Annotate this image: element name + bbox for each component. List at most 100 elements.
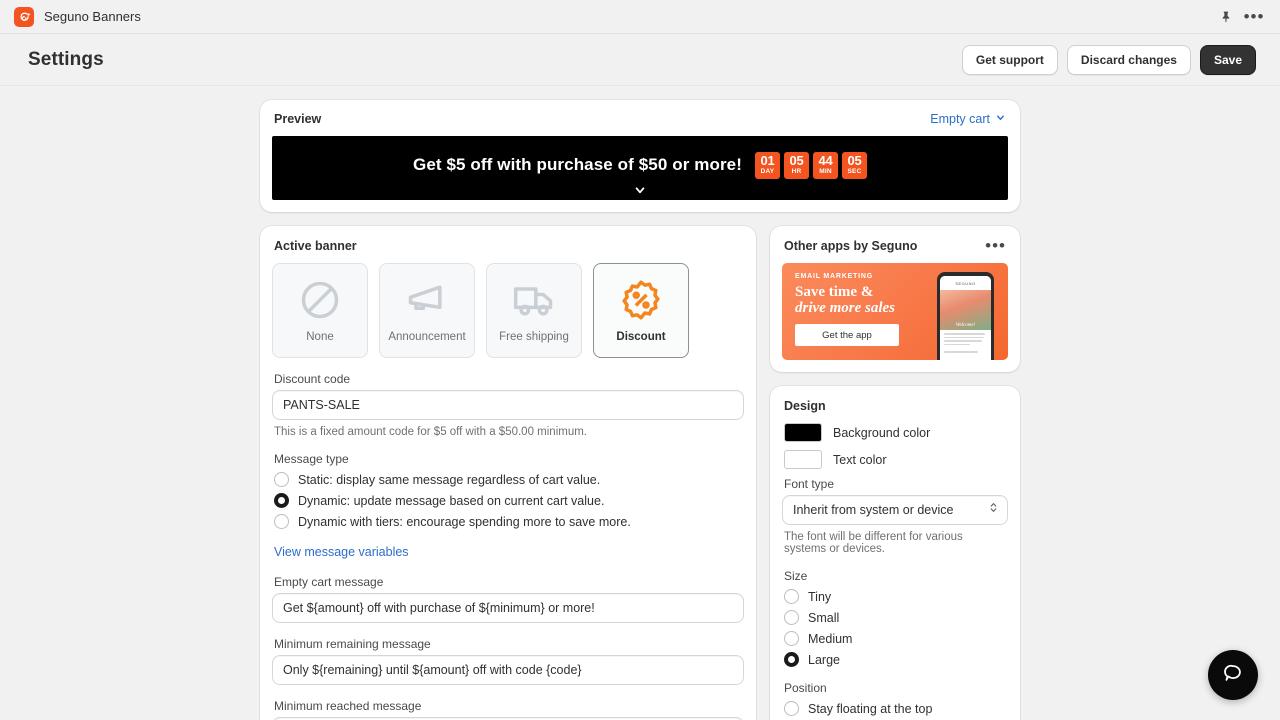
size-option-medium[interactable]: Medium	[784, 631, 1006, 646]
timer-value: 05	[847, 152, 862, 168]
timer-block-hr: 05 HR	[783, 151, 809, 179]
save-button[interactable]: Save	[1199, 44, 1256, 75]
message-type-dynamic-tiers[interactable]: Dynamic with tiers: encourage spending m…	[274, 514, 742, 529]
promo-headline-line2: drive more sales	[795, 300, 895, 316]
banner-message: Get $5 off with purchase of $50 or more!	[413, 155, 742, 174]
timer-value: 44	[818, 152, 833, 168]
position-option-floating-top[interactable]: Stay floating at the top	[784, 701, 1006, 716]
minimum-remaining-message-input[interactable]	[272, 655, 744, 685]
promo-banner[interactable]: EMAIL MARKETING Save time & drive more s…	[782, 263, 1008, 360]
discount-badge-icon	[619, 278, 663, 322]
empty-cart-message-input[interactable]	[272, 593, 744, 623]
banner-type-announcement[interactable]: Announcement	[379, 263, 475, 358]
banner-type-label: None	[306, 331, 334, 343]
phone-screen: SEGUNO Welcome!	[940, 276, 991, 360]
radio-icon	[274, 514, 289, 529]
side-column: Other apps by Seguno ••• EMAIL MARKETING…	[770, 226, 1020, 720]
timer-value: 05	[789, 152, 804, 168]
more-horizontal-icon[interactable]: •••	[1242, 5, 1266, 29]
font-type-help: The font will be different for various s…	[784, 531, 963, 555]
promo-eyebrow: EMAIL MARKETING	[795, 273, 873, 280]
timer-value: 01	[760, 152, 775, 168]
timer-unit: SEC	[847, 167, 862, 175]
message-type-label-text: Dynamic with tiers: encourage spending m…	[298, 514, 631, 529]
size-option-small[interactable]: Small	[784, 610, 1006, 625]
empty-cart-message-label: Empty cart message	[274, 575, 384, 589]
message-type-static[interactable]: Static: display same message regardless …	[274, 472, 742, 487]
get-support-button[interactable]: Get support	[961, 44, 1058, 75]
seguno-logo-icon	[14, 6, 34, 27]
radio-icon	[784, 631, 799, 646]
content-wrapper: Preview Empty cart Get $5 off with purch…	[260, 86, 1020, 720]
size-option-label: Medium	[808, 631, 853, 646]
background-color-swatch[interactable]	[784, 423, 822, 442]
position-option-label: Stay floating at the top	[808, 701, 933, 716]
timer-block-min: 44 MIN	[812, 151, 838, 179]
pin-icon[interactable]	[1214, 5, 1238, 29]
font-type-label: Font type	[784, 477, 835, 491]
help-chat-button[interactable]	[1208, 650, 1258, 700]
promo-text-block: EMAIL MARKETING Save time & drive more s…	[782, 263, 934, 360]
banner-content: Get $5 off with purchase of $50 or more!…	[413, 151, 867, 179]
other-apps-header: Other apps by Seguno •••	[784, 237, 1006, 254]
text-color-swatch[interactable]	[784, 450, 822, 469]
timer-unit: MIN	[819, 167, 832, 175]
size-option-label: Small	[808, 610, 840, 625]
more-horizontal-icon[interactable]: •••	[985, 237, 1006, 254]
discount-code-label: Discount code	[274, 372, 351, 386]
banner-expand-chevron-down-icon[interactable]	[272, 183, 1008, 197]
message-type-label-text: Dynamic: update message based on current…	[298, 493, 605, 508]
radio-icon	[784, 652, 799, 667]
get-the-app-button[interactable]: Get the app	[795, 324, 899, 346]
cart-state-dropdown[interactable]: Empty cart	[930, 112, 1006, 126]
radio-icon	[784, 701, 799, 716]
size-option-label: Tiny	[808, 589, 832, 604]
chat-bubble-icon	[1222, 662, 1244, 689]
banner-type-free-shipping[interactable]: Free shipping	[486, 263, 582, 358]
discard-changes-button[interactable]: Discard changes	[1066, 44, 1191, 75]
size-option-large[interactable]: Large	[784, 652, 1006, 667]
megaphone-icon	[405, 278, 449, 322]
phone-brand: SEGUNO	[955, 280, 976, 286]
font-type-select[interactable]: Inherit from system or device	[782, 495, 1008, 525]
size-option-label: Large	[808, 652, 840, 667]
page-title: Settings	[28, 48, 104, 70]
timer-block-sec: 05 SEC	[841, 151, 867, 179]
preview-header: Preview Empty cart	[272, 112, 1008, 136]
banner-type-discount[interactable]: Discount	[593, 263, 689, 358]
page-canvas: Preview Empty cart Get $5 off with purch…	[0, 86, 1280, 720]
no-entry-icon	[298, 278, 342, 322]
timer-block-day: 01 DAY	[754, 151, 780, 179]
discount-code-input[interactable]	[272, 390, 744, 420]
view-message-variables-link[interactable]: View message variables	[274, 545, 409, 559]
position-label: Position	[784, 681, 827, 695]
cart-state-label: Empty cart	[930, 112, 990, 126]
message-type-label-text: Static: display same message regardless …	[298, 472, 601, 487]
phone-body-lines	[940, 330, 991, 358]
preview-card: Preview Empty cart Get $5 off with purch…	[260, 100, 1020, 212]
discount-code-help: This is a fixed amount code for $5 off w…	[274, 426, 587, 438]
banner-type-label: Free shipping	[499, 331, 569, 343]
banner-type-label: Announcement	[388, 331, 466, 343]
message-type-label: Message type	[274, 452, 349, 466]
promo-phone-mockup: SEGUNO Welcome!	[937, 272, 994, 360]
font-type-select-wrapper: Inherit from system or device	[782, 495, 1008, 525]
banner-type-selector: None Announcement Free shipping Discount	[272, 263, 744, 358]
text-color-label: Text color	[833, 452, 887, 467]
page-header: Settings Get support Discard changes Sav…	[0, 34, 1280, 86]
message-type-dynamic[interactable]: Dynamic: update message based on current…	[274, 493, 742, 508]
columns: Active banner None Announcement Free shi…	[260, 226, 1020, 720]
size-option-tiny[interactable]: Tiny	[784, 589, 1006, 604]
radio-icon	[274, 472, 289, 487]
design-title: Design	[784, 399, 826, 413]
timer-unit: HR	[791, 167, 802, 175]
minimum-reached-message-label: Minimum reached message	[274, 699, 422, 713]
countdown-timer: 01 DAY 05 HR 44 MIN 05 SEC	[754, 151, 867, 179]
other-apps-card: Other apps by Seguno ••• EMAIL MARKETING…	[770, 226, 1020, 372]
truck-icon	[512, 278, 556, 322]
promo-headline-line1: Save time &	[795, 284, 874, 300]
banner-type-none[interactable]: None	[272, 263, 368, 358]
background-color-label: Background color	[833, 425, 931, 440]
radio-icon	[784, 589, 799, 604]
radio-icon	[784, 610, 799, 625]
